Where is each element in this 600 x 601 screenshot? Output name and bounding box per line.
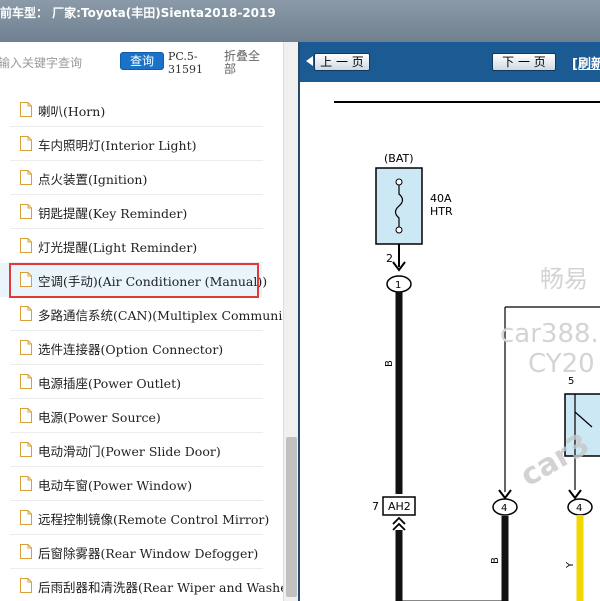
document-icon: [20, 136, 32, 151]
document-icon: [20, 510, 32, 525]
tree-item-label: 电动滑动门(Power Slide Door): [38, 444, 221, 459]
document-icon: [20, 476, 32, 491]
tree-item[interactable]: 车内照明灯(Interior Light): [0, 127, 283, 161]
watermark-text-2: car388.: [500, 319, 599, 349]
document-tree: 喇叭(Horn) 车内照明灯(Interior Light) 点火装置(Igniti…: [0, 90, 283, 601]
document-icon: [20, 102, 32, 117]
query-button[interactable]: 查询: [120, 52, 164, 70]
tree-item[interactable]: 喇叭(Horn): [0, 93, 283, 127]
next-page-button[interactable]: 下 一 页: [492, 53, 556, 71]
document-icon: [20, 340, 32, 355]
document-icon: [20, 374, 32, 389]
tree-item[interactable]: 电源插座(Power Outlet): [0, 365, 283, 399]
prev-page-button[interactable]: 上 一 页: [314, 53, 370, 71]
watermark-text-4: car3: [515, 427, 596, 494]
tree-item-label: 选件连接器(Option Connector): [38, 342, 224, 357]
connector-1-label: 1: [395, 280, 401, 291]
tree-item[interactable]: 多路通信系统(CAN)(Multiplex Communication Syst…: [0, 297, 283, 331]
fuse-terminal-bottom: [395, 226, 403, 234]
top-bar: 前车型： 厂家:Toyota(丰田)Sienta2018-2019: [0, 0, 600, 42]
tree-item-label: 点火装置(Ignition): [38, 172, 148, 187]
wire-b-label-1: B: [384, 360, 395, 367]
connector-7-label: 7: [372, 500, 379, 513]
connector-4a-label: 4: [501, 503, 507, 514]
connector-ah2-label: AH2: [388, 500, 411, 513]
tree-item[interactable]: 电源(Power Source): [0, 399, 283, 433]
tree-item[interactable]: 空调(手动)(Air Conditioner (Manual)): [0, 263, 267, 297]
collapse-all-link[interactable]: 折叠全部: [224, 50, 264, 76]
viewer-toolbar: 上 一 页 下 一 页 [刷新: [300, 42, 600, 82]
arrow-left-icon[interactable]: [306, 56, 313, 66]
document-icon: [20, 170, 32, 185]
fuse-terminal-top: [395, 178, 403, 186]
tree-item[interactable]: 后窗除雾器(Rear Window Defogger): [0, 535, 283, 569]
tree-item-label: 电源(Power Source): [38, 410, 161, 425]
tree-item-label: 车内照明灯(Interior Light): [38, 138, 197, 153]
tree-item-label: 喇叭(Horn): [38, 104, 106, 119]
connector-ah2-arrows: [392, 516, 406, 531]
document-icon: [20, 544, 32, 559]
document-icon: [20, 204, 32, 219]
document-icon: [20, 442, 32, 457]
pin-2-label: 2: [386, 252, 393, 265]
tree-item[interactable]: 钥匙提醒(Key Reminder): [0, 195, 283, 229]
tree-item-label: 远程控制镜像(Remote Control Mirror): [38, 512, 270, 527]
tree-scrollbar-thumb[interactable]: [286, 437, 297, 597]
left-panel: 查询 PC.5-31591 折叠全部 喇叭(Horn) 车内照明灯(Interio…: [0, 42, 298, 601]
tree-item-label: 后雨刮器和清洗器(Rear Wiper and Washer): [38, 580, 283, 595]
tree-item-label: 灯光提醒(Light Reminder): [38, 240, 198, 255]
tree-item-label: 电源插座(Power Outlet): [38, 376, 181, 391]
connector-arrow-4b: [568, 489, 582, 500]
viewer-panel: 上 一 页 下 一 页 [刷新 (BAT) 40A HTR 2 1 B 7 AH…: [298, 42, 600, 601]
tree-scrollbar[interactable]: [283, 42, 298, 601]
refresh-link[interactable]: [刷新: [572, 53, 600, 72]
tree-item[interactable]: 电动车窗(Power Window): [0, 467, 283, 501]
watermark-text-1: 畅易: [540, 265, 588, 293]
document-icon: [20, 578, 32, 593]
tree-item[interactable]: 点火装置(Ignition): [0, 161, 283, 195]
tree-item-label: 空调(手动)(Air Conditioner (Manual)): [38, 274, 268, 289]
document-icon: [20, 238, 32, 253]
tree-item[interactable]: 电动滑动门(Power Slide Door): [0, 433, 283, 467]
pc-code-label: PC.5-31591: [168, 50, 203, 76]
tree-item[interactable]: 后雨刮器和清洗器(Rear Wiper and Washer): [0, 569, 283, 601]
search-row: 查询 PC.5-31591 折叠全部: [0, 42, 283, 90]
wire-b-label-2: B: [490, 557, 501, 564]
wiring-diagram: (BAT) 40A HTR 2 1 B 7 AH2 B 4 5 4 Y 畅易 c…: [300, 82, 600, 601]
vehicle-model-title: 前车型： 厂家:Toyota(丰田)Sienta2018-2019: [0, 6, 276, 20]
tree-item-label: 多路通信系统(CAN)(Multiplex Communication Syst…: [38, 308, 283, 323]
connector-4b-label: 4: [576, 503, 582, 514]
tree-item[interactable]: 灯光提醒(Light Reminder): [0, 229, 283, 263]
wire-y-label: Y: [565, 561, 576, 569]
document-icon: [20, 306, 32, 321]
wiring-diagram-svg: (BAT) 40A HTR 2 1 B 7 AH2 B 4 5 4 Y 畅易 c…: [334, 101, 600, 601]
fuse-name: HTR: [430, 205, 453, 218]
document-icon: [20, 272, 32, 287]
fuse-rating: 40A: [430, 192, 452, 205]
tree-item-label: 后窗除雾器(Rear Window Defogger): [38, 546, 259, 561]
tree-item[interactable]: 选件连接器(Option Connector): [0, 331, 283, 365]
search-input[interactable]: [0, 53, 110, 73]
tree-item-label: 钥匙提醒(Key Reminder): [38, 206, 188, 221]
document-icon: [20, 408, 32, 423]
tree-item[interactable]: 远程控制镜像(Remote Control Mirror): [0, 501, 283, 535]
watermark-text-3: CY20: [528, 349, 595, 379]
tree-item-label: 电动车窗(Power Window): [38, 478, 193, 493]
bat-label: (BAT): [384, 152, 414, 165]
